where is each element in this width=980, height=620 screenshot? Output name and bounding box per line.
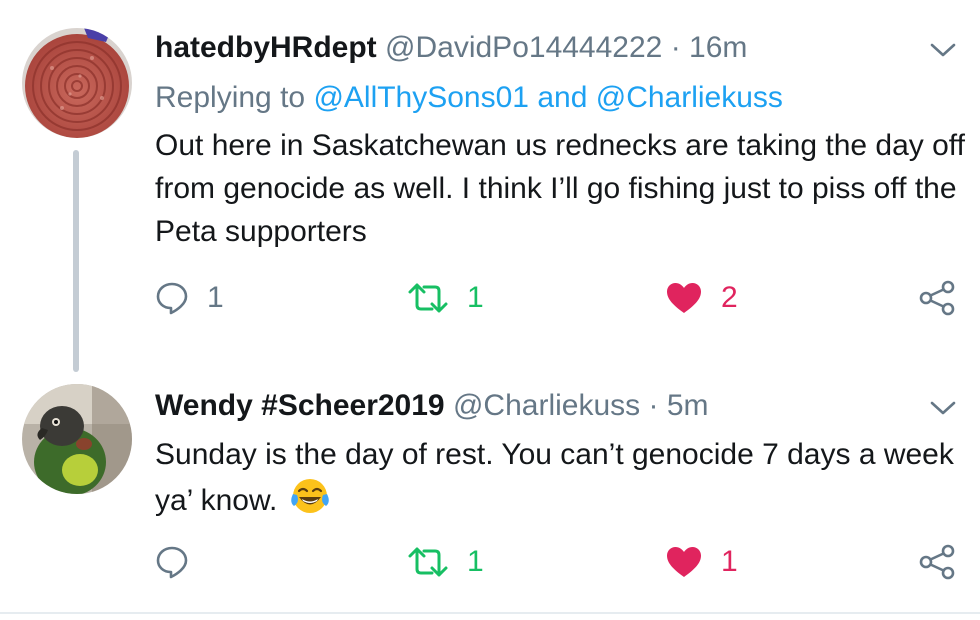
retweet-count: 1: [467, 281, 484, 314]
reply-count: 1: [207, 281, 224, 314]
tweet-text: Sunday is the day of rest. You can’t gen…: [155, 438, 954, 517]
reply-mention-link[interactable]: @Charliekuss: [596, 81, 783, 114]
tweet-header: Wendy #Scheer2019 @Charliekuss · 5m: [155, 386, 709, 426]
heart-filled-icon: [667, 283, 701, 313]
timestamp[interactable]: 5m: [667, 389, 709, 422]
reply-button[interactable]: [155, 540, 207, 584]
reply-mention-link[interactable]: @AllThySons01: [313, 81, 529, 114]
avatar[interactable]: [22, 384, 132, 494]
reply-icon: [156, 282, 188, 315]
tweet-actions: 1 1: [155, 540, 975, 584]
tweet-header: hatedbyHRdept @DavidPo14444222 · 16m: [155, 28, 747, 68]
avatar-image-parrot: [22, 384, 132, 494]
thread-connector-line: [73, 150, 79, 372]
timestamp[interactable]: 16m: [689, 31, 747, 64]
author-handle[interactable]: @DavidPo14444222: [385, 31, 662, 64]
tweet-1[interactable]: hatedbyHRdept @DavidPo14444222 · 16m Rep…: [0, 0, 980, 372]
avatar-image-sausage-coil: [22, 28, 132, 138]
divider: [0, 612, 980, 614]
author-handle[interactable]: @Charliekuss: [453, 389, 640, 422]
tweet-text-block: Sunday is the day of rest. You can’t gen…: [155, 433, 970, 522]
like-button[interactable]: 2: [665, 276, 738, 320]
like-count: 1: [721, 545, 738, 578]
retweet-count: 1: [467, 545, 484, 578]
chevron-down-icon[interactable]: [928, 40, 958, 60]
chevron-down-icon[interactable]: [928, 398, 958, 418]
replying-to: Replying to @AllThySons01 and @Charlieku…: [155, 78, 783, 118]
like-button[interactable]: 1: [665, 540, 738, 584]
reply-icon: [156, 546, 188, 579]
share-button[interactable]: [917, 540, 957, 584]
tweet-text: Out here in Saskatchewan us rednecks are…: [155, 129, 965, 248]
retweet-button[interactable]: 1: [407, 276, 484, 320]
tweet-actions: 1 1 2: [155, 276, 975, 320]
like-count: 2: [721, 281, 738, 314]
heart-filled-icon: [667, 547, 701, 577]
tweet-2[interactable]: Wendy #Scheer2019 @Charliekuss · 5m Sund…: [0, 372, 980, 612]
avatar[interactable]: [22, 28, 132, 138]
retweet-icon: [408, 547, 448, 577]
face-with-tears-of-joy-emoji-icon: [290, 479, 329, 513]
retweet-icon: [408, 283, 448, 313]
separator-dot: ·: [670, 31, 681, 64]
share-button[interactable]: [917, 276, 957, 320]
reply-button[interactable]: 1: [155, 276, 224, 320]
separator-dot: ·: [648, 389, 659, 422]
share-icon: [919, 280, 955, 316]
author-name[interactable]: hatedbyHRdept: [155, 31, 377, 64]
replying-to-label: Replying to: [155, 81, 306, 114]
author-name[interactable]: Wendy #Scheer2019: [155, 389, 445, 422]
retweet-button[interactable]: 1: [407, 540, 484, 584]
reply-and-text[interactable]: and: [537, 81, 587, 114]
share-icon: [919, 544, 955, 580]
